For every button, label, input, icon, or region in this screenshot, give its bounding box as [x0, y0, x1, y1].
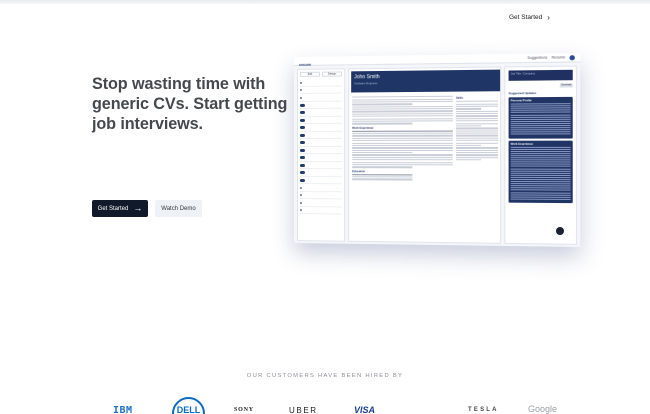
avatar [569, 55, 574, 60]
preview-panel-label: Suggested Updates [509, 91, 573, 96]
preview-header-item: Resume [552, 55, 566, 59]
preview-job-input: Job Title / Company [509, 70, 573, 81]
nav-get-started-link[interactable]: Get Started › [509, 10, 550, 24]
preview-sidebar-row [300, 200, 342, 207]
top-border [0, 0, 650, 4]
preview-tab: Design [322, 71, 342, 76]
arrow-right-icon: → [133, 204, 142, 213]
preview-resume-sidecolumn: Skills [456, 94, 498, 162]
preview-suggestion-card: Work Experience [509, 140, 573, 203]
preview-sidebar-row [300, 125, 342, 132]
preview-section-title: Skills [456, 96, 498, 99]
preview-card-title: Personal Profile [511, 99, 571, 103]
preview-logo: cvcore [299, 63, 311, 67]
preview-sidebar-row [300, 95, 342, 102]
nav-get-started-label: Get Started [509, 14, 542, 21]
google-logo: Google [528, 404, 557, 414]
preview-sidebar: Edit Design [297, 68, 345, 241]
preview-resume-body: Work Experience Education [352, 95, 453, 182]
preview-sidebar-row [300, 208, 342, 215]
sony-logo: SONY [234, 407, 254, 413]
preview-header-item: Suggestions [527, 56, 547, 60]
preview-section-title: Education [352, 170, 453, 173]
preview-generate-button: Generate [560, 83, 573, 87]
preview-suggestion-card: Personal Profile [509, 97, 573, 138]
preview-sidebar-row [300, 185, 342, 192]
preview-tab: Edit [300, 72, 320, 77]
preview-header: cvcore Suggestions Resume [294, 53, 580, 66]
preview-sidebar-row [300, 102, 342, 109]
preview-sidebar-row [300, 147, 342, 154]
customers-heading: OUR CUSTOMERS HAVE BEEN HIRED BY [0, 373, 650, 379]
preview-sidebar-row [300, 132, 342, 139]
preview-card-title: Work Experience [511, 142, 571, 145]
preview-sidebar-row [300, 87, 342, 94]
preview-sidebar-row [300, 140, 342, 147]
get-started-button-label: Get Started [98, 206, 129, 212]
preview-sidebar-row [300, 155, 342, 162]
app-preview-screenshot: cvcore Suggestions Resume Edit Design Jo… [294, 53, 580, 247]
preview-resume-header: John Smith Software Engineer [351, 70, 500, 93]
watch-demo-button[interactable]: Watch Demo [155, 200, 202, 217]
uber-logo: UBER [289, 406, 318, 414]
preview-resume-subtitle: Software Engineer [354, 80, 497, 85]
preview-sidebar-row [300, 79, 342, 86]
preview-resume-document: John Smith Software Engineer Work Experi… [348, 66, 501, 243]
tesla-logo: TESLA [468, 407, 499, 413]
preview-sidebar-row [300, 178, 342, 185]
preview-sidebar-row [300, 110, 342, 117]
preview-sidebar-row [300, 117, 342, 124]
get-started-button[interactable]: Get Started → [92, 200, 148, 217]
ibm-logo: IBM [113, 405, 133, 414]
watch-demo-button-label: Watch Demo [161, 206, 195, 212]
visa-logo: VISA [354, 405, 375, 414]
chat-bubble-icon[interactable] [556, 227, 564, 235]
dell-logo: DELL [172, 397, 205, 414]
chevron-right-icon: › [547, 13, 550, 22]
customer-logos: IBM DELL SONY UBER VISA TESLA Google [0, 396, 650, 414]
preview-sidebar-row [300, 163, 342, 170]
preview-sidebar-row [300, 193, 342, 200]
preview-sidebar-row [300, 170, 342, 177]
preview-suggestions-panel: Job Title / Company Generate Suggested U… [504, 66, 577, 245]
hero-title: Stop wasting time with generic CVs. Star… [92, 74, 292, 134]
preview-section-title: Work Experience [352, 126, 453, 129]
